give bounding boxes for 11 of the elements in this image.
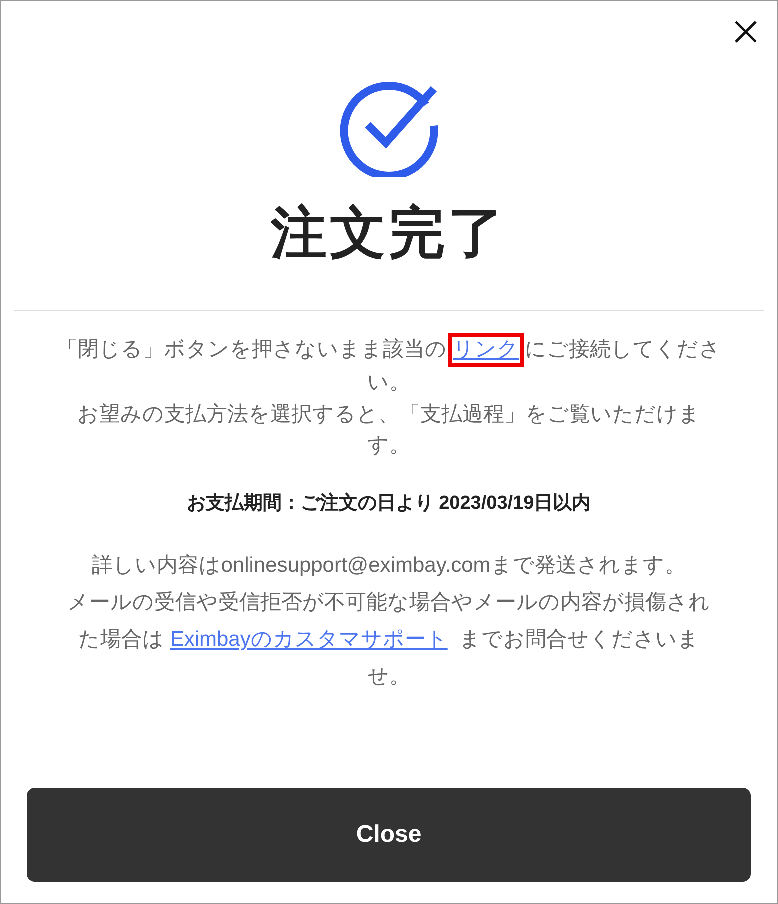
message-text: お望みの支払方法を選択すると、「支払過程」をご覧いただけます。	[76, 402, 702, 460]
link[interactable]: Eximbayのカスタマサポート	[165, 622, 453, 658]
message-text: メールの受信や受信拒否が不可能な場合やメールの内容が損傷された場合は Eximbayのカスタマサポート までお問合せくださいませ。	[66, 590, 712, 690]
message-text: 「閉じる」ボタンを押さないまま該当の リンク にご接続してください。	[1, 333, 777, 399]
dialog-title: 注文完了	[271, 200, 507, 266]
link[interactable]: リンク	[448, 333, 524, 368]
close-icon	[733, 19, 759, 45]
payment-period: お支払期間：ご注文の日より 2023/03/19日以内	[186, 492, 592, 516]
message-text: 詳しい内容はonlinesupport@eximbay.comまで発送されます。	[91, 553, 687, 580]
close-button[interactable]	[733, 19, 759, 45]
close-button[interactable]: Close	[27, 788, 751, 882]
